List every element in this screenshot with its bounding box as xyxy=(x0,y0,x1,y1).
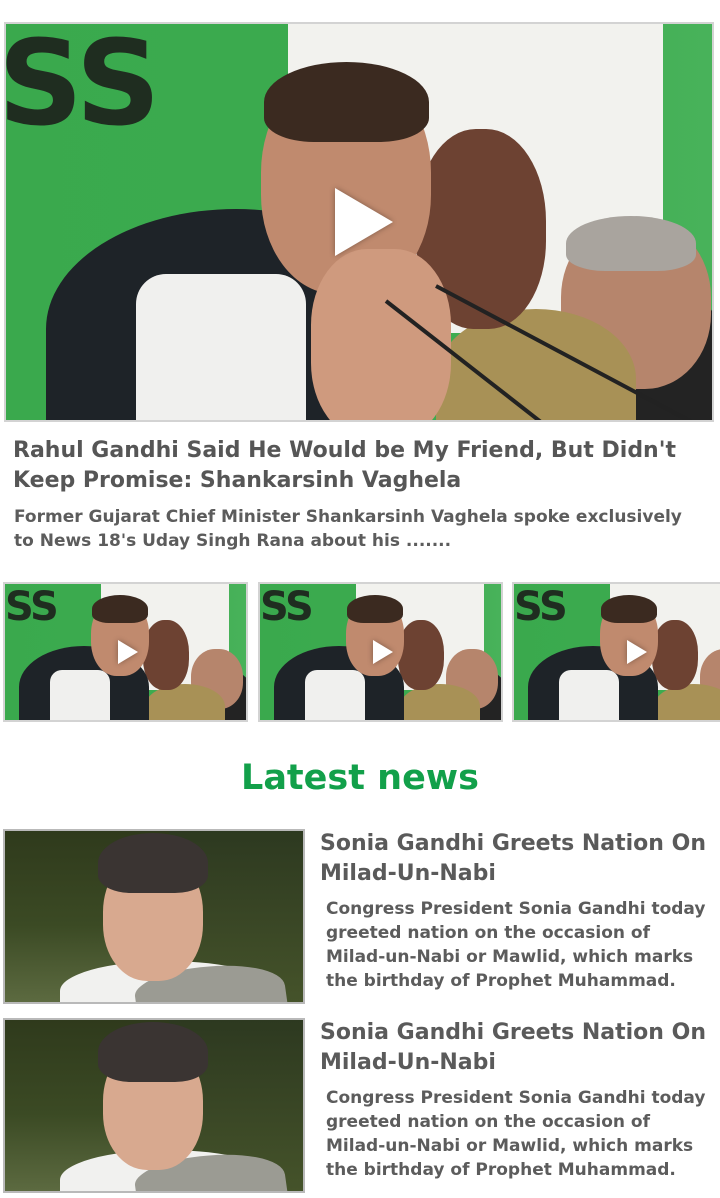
featured-title[interactable]: Rahul Gandhi Said He Would be My Friend,… xyxy=(13,436,713,496)
play-icon[interactable] xyxy=(372,640,393,664)
backdrop-lettering: SS xyxy=(5,584,59,630)
video-thumbnail[interactable]: SS xyxy=(512,582,720,722)
featured-video[interactable]: SS xyxy=(4,22,714,422)
latest-news-heading: Latest news xyxy=(241,758,479,798)
backdrop-lettering: SS xyxy=(514,584,568,630)
backdrop-lettering: SS xyxy=(6,24,161,152)
backdrop-lettering: SS xyxy=(260,584,314,630)
news-thumbnail[interactable] xyxy=(3,1018,305,1193)
news-thumbnail[interactable] xyxy=(3,829,305,1004)
news-list-item[interactable]: Sonia Gandhi Greets Nation On Milad-Un-N… xyxy=(3,829,720,1009)
news-description: Congress President Sonia Gandhi today gr… xyxy=(326,1088,706,1180)
news-thumbnail-image xyxy=(5,831,303,1002)
play-icon[interactable] xyxy=(335,188,393,256)
news-thumbnail-image xyxy=(5,1020,303,1191)
video-thumbnail[interactable]: SS xyxy=(3,582,248,722)
news-list-item[interactable]: Sonia Gandhi Greets Nation On Milad-Un-N… xyxy=(3,1018,720,1198)
news-title[interactable]: Sonia Gandhi Greets Nation On Milad-Un-N… xyxy=(320,829,715,889)
news-title[interactable]: Sonia Gandhi Greets Nation On Milad-Un-N… xyxy=(320,1018,715,1078)
play-icon[interactable] xyxy=(626,640,647,664)
featured-description: Former Gujarat Chief Minister Shankarsin… xyxy=(14,507,682,551)
play-icon[interactable] xyxy=(117,640,138,664)
news-description: Congress President Sonia Gandhi today gr… xyxy=(326,899,706,991)
video-thumbnail-image: SS xyxy=(514,584,720,720)
video-thumbnail-strip[interactable]: SS SS SS xyxy=(3,582,720,722)
video-thumbnail[interactable]: SS xyxy=(258,582,503,722)
